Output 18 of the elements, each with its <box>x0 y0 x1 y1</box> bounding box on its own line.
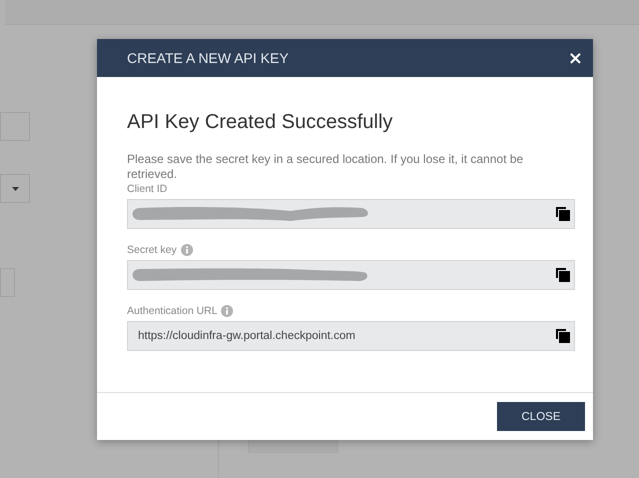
close-button[interactable]: CLOSE <box>497 402 585 431</box>
read-only-field[interactable] <box>127 199 575 229</box>
dialog-heading: API Key Created Successfully <box>127 111 394 134</box>
info-icon[interactable] <box>180 244 193 256</box>
read-only-field[interactable]: https://cloudinfra-gw.portal.checkpoint.com <box>127 321 575 351</box>
read-only-field[interactable] <box>127 260 575 290</box>
field-label: Authentication URL <box>127 305 218 317</box>
field-label: Client ID <box>127 183 168 195</box>
field-label: Secret key <box>127 244 177 256</box>
copy-icon[interactable] <box>556 329 570 343</box>
caret-icon <box>12 186 18 190</box>
close-button[interactable]: × <box>566 48 585 68</box>
copy-icon[interactable] <box>556 268 570 282</box>
info-icon[interactable] <box>221 305 234 317</box>
field-value: https://cloudinfra-gw.portal.checkpoint.com <box>137 330 356 342</box>
message-text: Please save the secret key in a secured location. If you lose it, it cannot be retrieved. <box>127 152 524 182</box>
dialog-title: CREATE A NEW API KEY <box>127 50 289 66</box>
copy-icon[interactable] <box>556 207 570 221</box>
